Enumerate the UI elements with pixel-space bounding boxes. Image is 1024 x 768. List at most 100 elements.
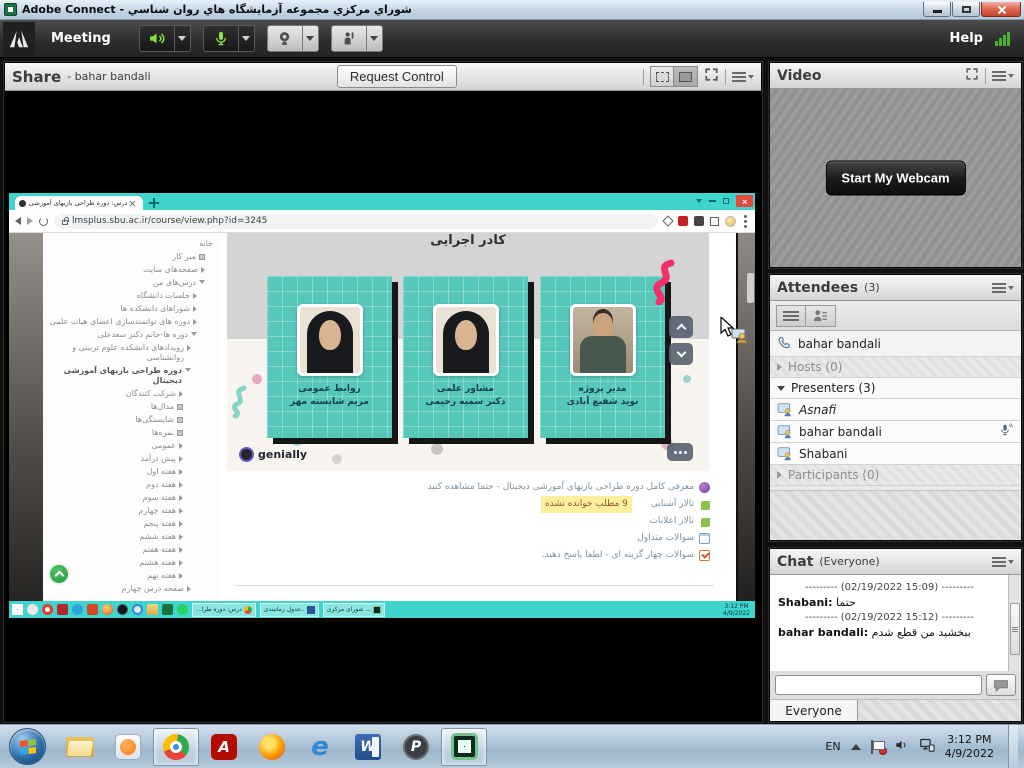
address-bar[interactable]: lmsplus.sbu.ac.ir/course/view.php?id=324… <box>54 214 658 229</box>
participants-group-row[interactable]: Participants (0) <box>770 465 1021 486</box>
chat-send-button[interactable] <box>986 674 1016 696</box>
sidebar-item[interactable]: مدال‌ها <box>45 400 213 413</box>
sidebar-item[interactable]: هفته هشتم <box>45 556 213 569</box>
fit-page-toggle[interactable] <box>674 66 698 87</box>
sidebar-item[interactable]: نمره‌ها <box>45 426 213 439</box>
connection-signal-icon[interactable] <box>995 32 1010 46</box>
status-dropdown[interactable] <box>367 25 383 52</box>
reload-icon[interactable] <box>39 217 48 226</box>
taskbar-p-app[interactable]: P <box>393 728 439 766</box>
sidebar-item[interactable]: عمومی <box>45 439 213 452</box>
sidebar-item[interactable]: شوراهای دانشکده ها <box>45 302 213 315</box>
sidebar-item[interactable]: هفته نهم <box>45 569 213 582</box>
taskbar-firefox[interactable] <box>249 728 295 766</box>
chat-pod-menu-icon[interactable] <box>992 557 1014 567</box>
staff-card[interactable]: مدیر پروژهنوید شفیع آبادی <box>540 276 665 438</box>
help-menu[interactable]: Help <box>950 31 983 46</box>
shared-powerpoint-icon[interactable] <box>87 604 98 615</box>
page-scrollbar[interactable] <box>747 273 754 303</box>
sidebar-toggle-icon[interactable] <box>710 217 719 226</box>
presenter-row[interactable]: Shabani <box>770 443 1021 465</box>
sidebar-item[interactable]: هفته اول <box>45 465 213 478</box>
shared-app-icon[interactable] <box>57 604 68 615</box>
microphone-button[interactable] <box>203 25 239 52</box>
sidebar-item-current-course[interactable]: دوره طراحی بازیهای آموزشی دیجیتال <box>45 364 213 387</box>
shared-window-button-word[interactable]: ..جدول زمانبندی <box>260 603 319 617</box>
tray-expand-icon[interactable] <box>851 744 861 750</box>
share-pod-menu-icon[interactable] <box>732 72 754 82</box>
request-control-button[interactable]: Request Control <box>337 65 457 88</box>
browser-minimize-icon[interactable] <box>709 200 716 202</box>
attendees-pod-menu-icon[interactable] <box>992 283 1014 293</box>
sidebar-item-home[interactable]: خانه <box>45 237 213 250</box>
sidebar-item[interactable]: رویدادهای دانشکده علوم تربیتی و روانشناس… <box>45 341 213 364</box>
speaker-dropdown[interactable] <box>175 25 191 52</box>
extension-icon[interactable] <box>678 216 688 226</box>
video-pod-menu-icon[interactable] <box>992 71 1014 81</box>
course-activity-link[interactable]: تالار آشنایی9 مطلب خوانده نشده <box>428 496 710 513</box>
shared-start-icon[interactable] <box>12 604 23 615</box>
taskbar-chrome[interactable] <box>153 728 199 766</box>
browser-profile-avatar[interactable] <box>725 216 736 227</box>
taskbar-acrobat[interactable]: A <box>201 728 247 766</box>
presenter-row[interactable]: bahar bandali <box>770 421 1021 443</box>
shared-app-icon[interactable] <box>27 604 38 615</box>
sidebar-item[interactable]: صفحه‌های سایت <box>45 263 213 276</box>
back-to-top-button[interactable] <box>48 563 70 585</box>
course-activity-link[interactable]: سوالات چهار گزینه ای - لطفا پاسخ دهید. <box>428 547 710 564</box>
speaker-button[interactable] <box>139 25 175 52</box>
shared-obs-icon[interactable] <box>117 604 128 615</box>
sidebar-item[interactable]: هفته پنجم <box>45 517 213 530</box>
shared-excel-icon[interactable] <box>162 604 173 615</box>
fit-width-toggle[interactable] <box>650 66 674 87</box>
browser-restore-icon[interactable] <box>723 198 729 204</box>
chat-tab-everyone[interactable]: Everyone <box>770 700 858 721</box>
staff-card[interactable]: روابط عمومیمریم شایسته مهر <box>267 276 392 438</box>
shared-explorer-icon[interactable] <box>147 604 158 615</box>
sidebar-item[interactable]: میز کار <box>45 250 213 263</box>
genially-more-button[interactable] <box>667 443 693 461</box>
slide-up-button[interactable] <box>669 316 693 338</box>
shared-opera-icon[interactable] <box>42 604 53 615</box>
sidebar-item[interactable]: دوره ها-خانم دکتر سعدعلی <box>45 328 213 341</box>
start-button[interactable] <box>9 728 46 765</box>
course-activity-link[interactable]: معرفی کامل دوره طراحی بازیهای آموزشی دیج… <box>428 479 710 496</box>
taskbar-word[interactable]: W <box>345 728 391 766</box>
course-activity-link[interactable]: سوالات متداول <box>428 530 710 547</box>
shared-ie-icon[interactable] <box>132 604 143 615</box>
hosts-group-row[interactable]: Hosts (0) <box>770 357 1021 378</box>
sidebar-item[interactable]: دوره های توانمندسازی اعضای هیات علمی <box>45 315 213 328</box>
staff-card[interactable]: مشاور علمیدکتر سمیه رحیمی <box>403 276 528 438</box>
shared-whatsapp-icon[interactable] <box>177 604 188 615</box>
sidebar-item[interactable]: هفته ششم <box>45 530 213 543</box>
sidebar-item[interactable]: هفته چهارم <box>45 504 213 517</box>
shared-window-button-connect[interactable]: ... شورای مرکزی <box>323 603 385 617</box>
fullscreen-icon[interactable] <box>704 67 719 86</box>
sidebar-item[interactable]: پیش درآمد <box>45 452 213 465</box>
tab-close-icon[interactable] <box>130 200 136 206</box>
back-icon[interactable] <box>15 217 21 225</box>
active-speaker-row[interactable]: bahar bandali <box>770 331 1021 357</box>
shared-firefox-icon[interactable] <box>102 604 113 615</box>
sidebar-item[interactable]: هفته سوم <box>45 491 213 504</box>
action-center-flag-icon[interactable] <box>871 740 884 754</box>
chat-scrollbar[interactable] <box>1008 575 1021 672</box>
bookmark-star-icon[interactable] <box>662 215 673 226</box>
volume-icon[interactable] <box>894 737 909 756</box>
attendee-status-view-button[interactable] <box>806 305 836 327</box>
taskbar-internet-explorer[interactable]: e <box>297 728 343 766</box>
start-webcam-button[interactable]: Start My Webcam <box>825 161 965 196</box>
sidebar-item[interactable]: جلسات دانشگاه <box>45 289 213 302</box>
attendee-list-view-button[interactable] <box>776 305 806 327</box>
taskbar-media-player[interactable] <box>105 728 151 766</box>
genially-brand[interactable]: genially <box>239 447 307 462</box>
taskbar-adobe-connect[interactable] <box>441 728 487 766</box>
browser-tab[interactable]: درس: دوره طراحی بازیهای آموزشی <box>15 196 143 210</box>
language-indicator[interactable]: EN <box>825 740 840 753</box>
raise-hand-button[interactable] <box>331 25 367 52</box>
browser-profile-caret-icon[interactable] <box>696 199 702 203</box>
sidebar-item[interactable]: درس‌های من <box>45 276 213 289</box>
taskbar-clock[interactable]: 3:12 PM 4/9/2022 <box>945 733 998 761</box>
extensions-puzzle-icon[interactable] <box>694 216 704 226</box>
taskbar-file-explorer[interactable] <box>57 728 103 766</box>
